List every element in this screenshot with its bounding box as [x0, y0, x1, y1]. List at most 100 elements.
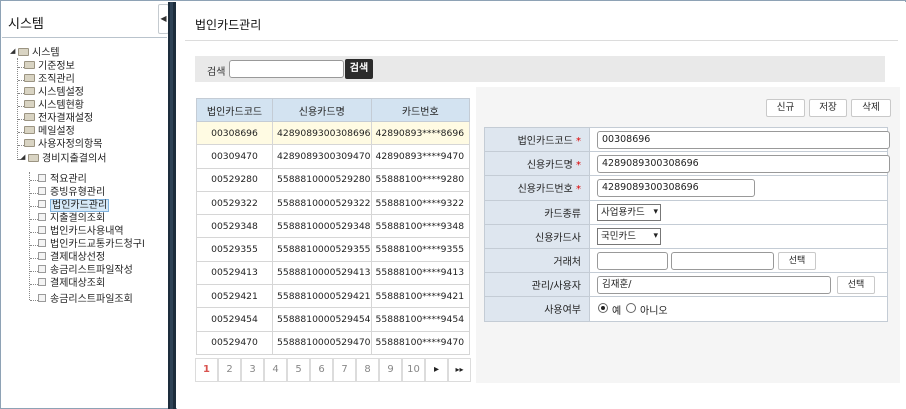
tree-node-transport-card[interactable]: 법인카드교통카드청구l: [38, 238, 145, 251]
card-code-label: 법인카드코드 *: [484, 126, 590, 153]
page-button-3[interactable]: 3: [241, 358, 264, 382]
card-type-select[interactable]: 사업용카드 ▾: [597, 203, 661, 221]
tree-node-card-usage[interactable]: 법인카드사용내역: [38, 225, 124, 238]
search-button[interactable]: 검색: [345, 59, 373, 79]
tree-connector: [30, 206, 38, 207]
column-header[interactable]: 신용카드명: [272, 98, 372, 122]
next-page-icon[interactable]: ▸: [425, 358, 448, 382]
usage-cell: 예 아니오: [589, 296, 888, 322]
page-icon: [38, 239, 46, 247]
required-mark: *: [576, 184, 581, 196]
column-header[interactable]: 카드번호: [370, 98, 471, 122]
tree-node-system-status[interactable]: 시스템현황: [24, 99, 84, 112]
usage-no-label: 아니오: [640, 306, 668, 318]
card-number-cell: 55888100****9421: [370, 284, 471, 309]
card-name-cell: 5588810000529280: [272, 167, 372, 192]
tree-node-remit-inquiry[interactable]: 송금리스트파일조회: [38, 293, 133, 306]
tree-node-expense-inquiry[interactable]: 지출결의조회: [38, 212, 105, 225]
main-content: 법인카드관리 검색 검색 법인카드코드 신용카드명 카드번호 00308696 4…: [177, 2, 906, 409]
page-icon: [38, 213, 46, 221]
tree-node-remit-create[interactable]: 송금리스트파일작성: [38, 264, 133, 277]
table-row[interactable]: 00529413 5588810000529413 55888100****9413: [196, 260, 471, 286]
card-name-input[interactable]: 4289089300308696: [597, 155, 890, 174]
sidebar: 시스템 ◀ ◢ 시스템 기준정보 조직관리 시스템설정 시스템현황 전자결재설정…: [2, 2, 169, 408]
page-icon: [38, 226, 46, 234]
usage-no-radio[interactable]: [626, 303, 636, 314]
page-button-10[interactable]: 10: [402, 358, 425, 382]
tree-node-payment-select[interactable]: 결제대상선정: [38, 251, 105, 264]
card-code-input[interactable]: 00308696: [597, 131, 890, 149]
card-code-cell: 00529322: [196, 190, 273, 216]
card-name-cell: 5588810000529470: [272, 330, 372, 355]
vendor-name-input[interactable]: [671, 251, 774, 270]
last-page-icon[interactable]: ▸▸: [448, 358, 471, 382]
table-row[interactable]: 00529454 5588810000529454 55888100****9454: [196, 307, 471, 332]
save-button[interactable]: 저장: [809, 99, 847, 117]
card-number-input[interactable]: 4289089300308696: [597, 179, 755, 198]
vendor-select-button[interactable]: 선택: [778, 251, 816, 270]
table-row[interactable]: 00309470 4289089300309470 42890893****9470: [196, 144, 471, 169]
tree-connector: [30, 300, 38, 301]
table-row[interactable]: 00529421 5588810000529421 55888100****9421: [196, 284, 471, 309]
page-button-7[interactable]: 7: [333, 358, 356, 382]
card-number-cell: 55888100****9322: [370, 190, 471, 216]
search-input[interactable]: [229, 60, 344, 78]
folder-icon: [24, 61, 35, 69]
form-row-card-code: 법인카드코드 * 00308696: [484, 126, 890, 153]
tree-node-system[interactable]: ◢ 시스템: [10, 46, 60, 59]
usage-yes-radio[interactable]: [598, 303, 608, 314]
table-row[interactable]: 00529470 5588810000529470 55888100****9470: [196, 330, 471, 355]
tree-connector: [30, 271, 38, 272]
folder-icon: [24, 74, 35, 82]
card-name-cell: 5588810000529413: [272, 260, 372, 286]
tree-node-approval-settings[interactable]: 전자결재설정: [24, 112, 93, 125]
manager-input[interactable]: 김재훈/: [597, 276, 831, 295]
form-row-card-number: 신용카드번호 * 4289089300308696: [484, 175, 888, 201]
manager-select-button[interactable]: 선택: [837, 276, 875, 295]
page-button-5[interactable]: 5: [287, 358, 310, 382]
collapse-toggle-icon[interactable]: ◢: [20, 151, 28, 164]
page-button-6[interactable]: 6: [310, 358, 333, 382]
usage-label: 사용여부: [484, 296, 590, 322]
tree-node-org[interactable]: 조직관리: [24, 73, 75, 86]
tree-connector: [30, 193, 38, 194]
vendor-code-input[interactable]: [597, 251, 668, 270]
page-button-1[interactable]: 1: [195, 358, 218, 382]
page-button-4[interactable]: 4: [264, 358, 287, 382]
tree-connector: [30, 284, 38, 285]
table-row[interactable]: 00529322 5588810000529322 55888100****9322: [196, 190, 471, 216]
page-button-8[interactable]: 8: [356, 358, 379, 382]
tree-node-base-info[interactable]: 기준정보: [24, 60, 75, 73]
table-row[interactable]: 00529280 5588810000529280 55888100****9280: [196, 167, 471, 192]
page-button-2[interactable]: 2: [218, 358, 241, 382]
collapse-toggle-icon[interactable]: ◢: [10, 45, 18, 58]
card-name-cell: 5588810000529322: [272, 190, 372, 216]
tree-node-system-settings[interactable]: 시스템설정: [24, 86, 84, 99]
card-type-label: 카드종류: [484, 199, 590, 225]
delete-button[interactable]: 삭제: [851, 99, 891, 117]
tree-node-expense[interactable]: ◢ 경비지출결의서: [20, 152, 106, 165]
tree-node-summary[interactable]: 적요관리: [38, 173, 87, 186]
card-code-cell: 00308696: [589, 126, 890, 153]
card-number-cell: 4289089300308696: [589, 175, 888, 201]
table-row[interactable]: 00529355 5588810000529355 55888100****9355: [196, 237, 471, 262]
card-name-cell: 5588810000529355: [272, 237, 372, 262]
tree-node-evidence-type[interactable]: 증빙유형관리: [38, 186, 105, 199]
panel-splitter[interactable]: [168, 2, 176, 409]
table-row[interactable]: 00308696 4289089300308696 42890893****8696: [196, 120, 471, 146]
tree-node-payment-inquiry[interactable]: 결제대상조회: [38, 277, 105, 290]
new-button[interactable]: 신규: [766, 99, 805, 117]
card-number-cell: 55888100****9470: [370, 330, 471, 355]
table-row[interactable]: 00529348 5588810000529348 55888100****9348: [196, 214, 471, 239]
page-button-9[interactable]: 9: [379, 358, 402, 382]
folder-icon: [24, 100, 35, 108]
card-number-cell: 55888100****9413: [370, 260, 471, 286]
tree-node-corporate-card[interactable]: 법인카드관리: [38, 199, 110, 212]
form-row-card-name: 신용카드명 * 4289089300308696: [484, 151, 890, 177]
splitter-grip: [170, 2, 173, 409]
page-icon: [38, 265, 46, 273]
tree-node-custom-items[interactable]: 사용자정의항목: [24, 138, 102, 151]
card-company-select[interactable]: 국민카드 ▾: [597, 227, 661, 245]
column-header[interactable]: 법인카드코드: [196, 98, 273, 122]
tree-node-mail-settings[interactable]: 메일설정: [24, 125, 75, 138]
